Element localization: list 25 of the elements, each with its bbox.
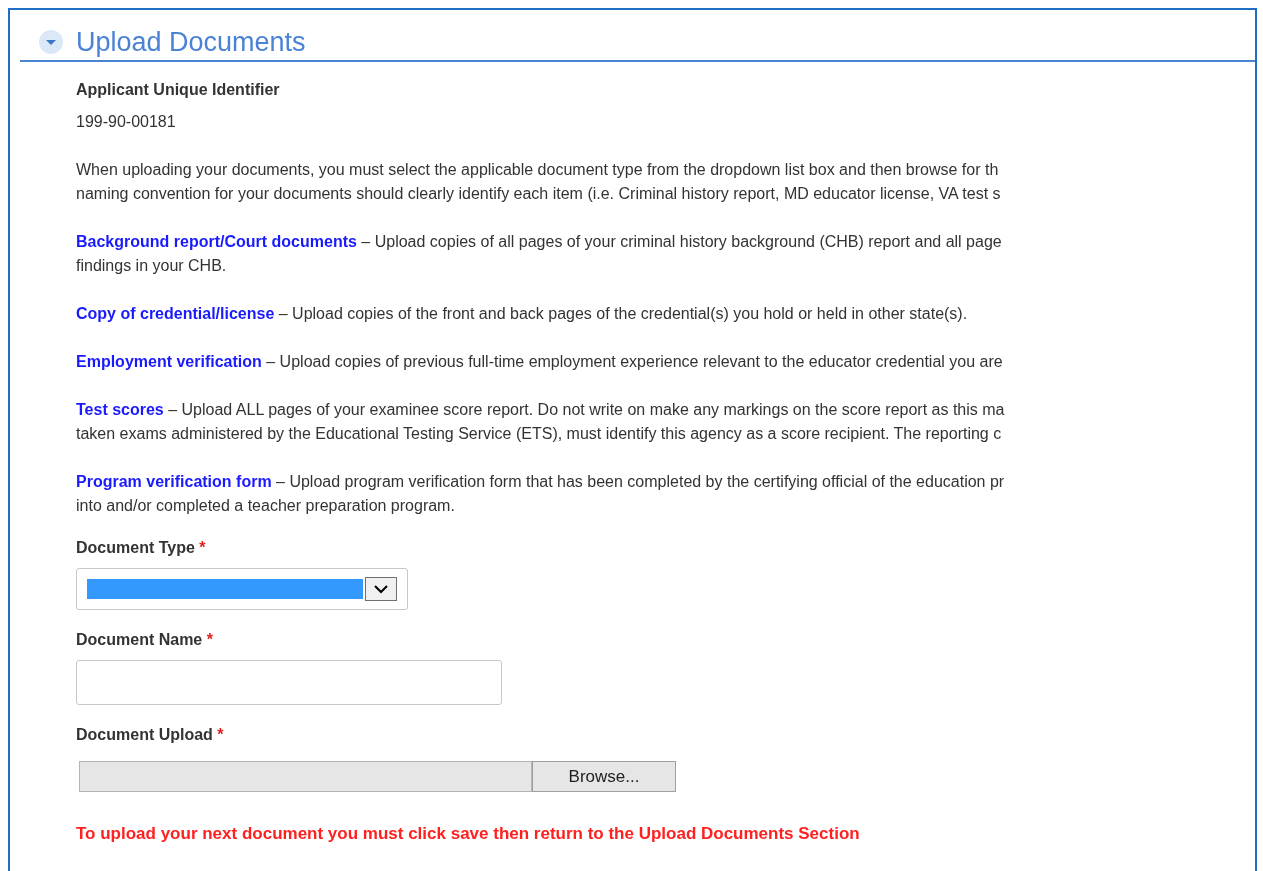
required-marker: * — [199, 539, 206, 556]
field-label: Document Name — [76, 631, 203, 648]
notice-text: To upload your next document you must click save then return to the Upload Documents Section — [76, 824, 861, 844]
document-type-link[interactable]: Employment verification — [76, 353, 262, 370]
document-description: Copy of credential/license – Upload copies of the front and back pages of the credential(s) you hold or held in other state(s). — [76, 304, 969, 324]
document-description: Employment verification – Upload copies of previous full-time employment experience relevant to the educator credential you are — [76, 352, 1004, 372]
file-path-field[interactable] — [79, 761, 532, 792]
document-type-link[interactable]: Background report/Court documents — [76, 233, 357, 250]
browse-button[interactable]: Browse... — [532, 761, 676, 792]
document-type-link[interactable]: Test scores — [76, 401, 164, 418]
field-label: Document Upload — [76, 726, 213, 743]
collapse-icon[interactable] — [38, 29, 64, 55]
document-name-field[interactable] — [76, 660, 502, 705]
instructions-paragraph: When uploading your documents, you must select the applicable document type from the dropdown list box and then browse for th naming convention for your documents should clearly identify each item (i.e. Criminal history report, MD educator license, VA test s — [76, 160, 1002, 204]
document-description: Background report/Court documents – Upload copies of all pages of your criminal history background (CHB) report and all page findings in your CHB. — [76, 232, 1003, 276]
field-label: Document Type — [76, 539, 195, 556]
document-type-link[interactable]: Copy of credential/license — [76, 305, 275, 322]
required-marker: * — [206, 631, 213, 648]
document-description: Test scores – Upload ALL pages of your examinee score report. Do not write on make any markings on the score report as this ma taken exams administered by the Educational Testing Service (ETS), must identify this agency as a score recipient. The reporting c — [76, 400, 1006, 444]
document-type-link[interactable]: Program verification form — [76, 473, 272, 490]
section-title: Upload Documents — [76, 26, 306, 58]
required-marker: * — [217, 726, 224, 743]
document-description: Program verification form – Upload program verification form that has been completed by the certifying official of the education pr into and/or completed a teacher preparation program. — [76, 472, 1006, 516]
identifier-label: Applicant Unique Identifier — [76, 80, 281, 100]
identifier-value: 199-90-00181 — [76, 112, 177, 132]
